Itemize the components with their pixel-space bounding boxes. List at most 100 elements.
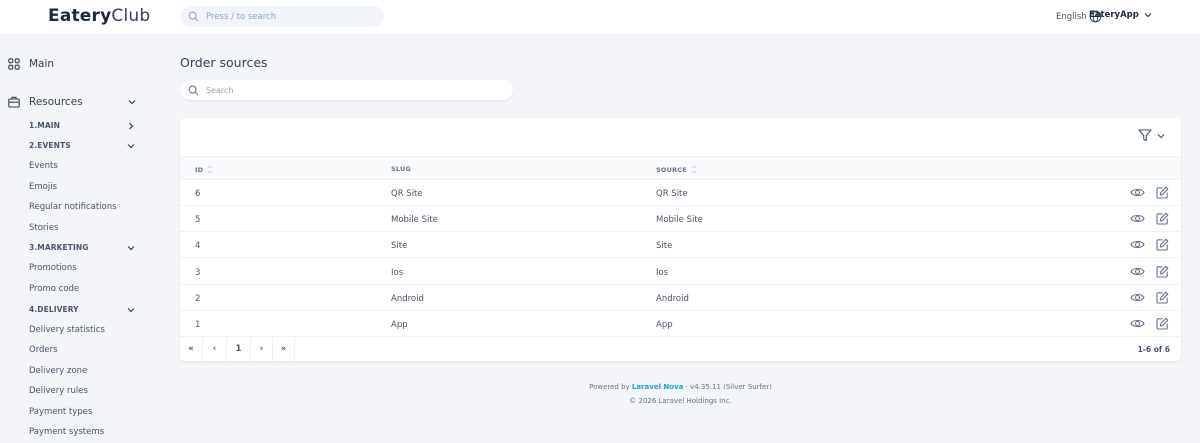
- view-button[interactable]: [1130, 265, 1145, 281]
- footer-powered-by: Powered by Laravel Nova · v4.35.11 (Silv…: [180, 383, 1181, 391]
- page-1-button[interactable]: 1: [227, 337, 251, 361]
- sidebar-item-payment-systems[interactable]: Payment systems: [29, 427, 104, 437]
- cell-id: 4: [195, 241, 201, 252]
- cell-slug: Mobile Site: [391, 215, 438, 226]
- sort-icon: [207, 165, 213, 174]
- sidebar-item-payment-types[interactable]: Payment types: [29, 407, 92, 417]
- edit-icon: [1156, 265, 1169, 278]
- sidebar-group-label: 2.EVENTS: [29, 141, 71, 150]
- edit-icon: [1156, 212, 1169, 225]
- chevron-down-icon: [127, 143, 135, 148]
- sidebar-group-delivery[interactable]: 4.DELIVERY: [29, 305, 135, 314]
- sidebar-item-events[interactable]: Events: [29, 161, 58, 171]
- table-row[interactable]: 4 Site Site: [180, 232, 1181, 259]
- cell-source: Site: [656, 241, 673, 252]
- chevron-down-icon: [128, 100, 136, 105]
- previous-page-button[interactable]: ‹: [203, 337, 227, 361]
- eye-icon: [1130, 241, 1145, 249]
- user-menu[interactable]: EateryApp: [1089, 10, 1152, 20]
- cell-slug: Site: [391, 241, 408, 252]
- sidebar-group-marketing[interactable]: 3.MARKETING: [29, 243, 135, 252]
- column-header-label: SLUG: [391, 165, 412, 173]
- language-label: English: [1056, 11, 1087, 22]
- filter-button[interactable]: [1138, 129, 1165, 142]
- edit-button[interactable]: [1156, 291, 1169, 307]
- cell-id: 3: [195, 267, 201, 278]
- sidebar-item-delivery-zone[interactable]: Delivery zone: [29, 366, 87, 376]
- cell-slug: QR Site: [391, 189, 423, 199]
- view-button[interactable]: [1130, 317, 1145, 333]
- cell-slug: Ios: [391, 267, 404, 278]
- search-icon: [188, 85, 199, 95]
- sidebar-item-delivery-rules[interactable]: Delivery rules: [29, 386, 88, 396]
- view-button[interactable]: [1130, 238, 1145, 254]
- sidebar-item-emojis[interactable]: Emojis: [29, 182, 57, 192]
- column-header-slug: SLUG: [391, 165, 411, 173]
- sidebar-group-main[interactable]: 1.MAIN: [29, 121, 135, 130]
- sidebar-item-delivery-statistics[interactable]: Delivery statistics: [29, 325, 105, 335]
- app-logo[interactable]: EateryClub: [48, 6, 150, 26]
- cell-slug: Android: [391, 293, 424, 304]
- sidebar-item-main[interactable]: Main: [8, 58, 54, 70]
- edit-button[interactable]: [1156, 212, 1169, 228]
- sidebar-group-events[interactable]: 2.EVENTS: [29, 141, 135, 150]
- global-search-placeholder: Press / to search: [206, 11, 277, 22]
- edit-icon: [1156, 317, 1169, 330]
- pagination-info: 1-6 of 6: [1137, 345, 1170, 354]
- laravel-nova-link[interactable]: Laravel Nova: [632, 383, 683, 391]
- chevron-down-icon: [127, 245, 135, 250]
- edit-icon: [1156, 291, 1169, 304]
- column-header-id[interactable]: ID: [195, 165, 213, 174]
- sidebar: Main Resources 1.MAIN 2.EVENTS Events Em…: [0, 34, 150, 443]
- column-header-source[interactable]: SOURCE: [656, 165, 697, 174]
- view-button[interactable]: [1130, 212, 1145, 228]
- edit-button[interactable]: [1156, 317, 1169, 333]
- resource-table-card: ID SLUG SOURCE 6 QR Site QR Site 5 Mobile Si…: [180, 118, 1181, 361]
- pagination: « ‹ 1 › » 1-6 of 6: [180, 337, 1181, 361]
- edit-button[interactable]: [1156, 265, 1169, 281]
- sidebar-item-resources[interactable]: Resources: [8, 96, 136, 108]
- sidebar-item-label: Resources: [29, 96, 83, 108]
- last-page-button[interactable]: »: [273, 337, 295, 361]
- edit-icon: [1156, 186, 1169, 199]
- eye-icon: [1130, 188, 1145, 197]
- cell-source: QR Site: [656, 189, 688, 199]
- table-row[interactable]: 6 QR Site QR Site: [180, 180, 1181, 206]
- cell-source: Ios: [656, 267, 669, 278]
- table-row[interactable]: 1 App App: [180, 311, 1181, 337]
- sidebar-item-stories[interactable]: Stories: [29, 223, 58, 233]
- global-search-input[interactable]: Press / to search: [180, 6, 384, 27]
- table-row[interactable]: 5 Mobile Site Mobile Site: [180, 206, 1181, 233]
- resource-search-input[interactable]: Search: [180, 80, 513, 100]
- edit-button[interactable]: [1156, 186, 1169, 202]
- first-page-button[interactable]: «: [180, 337, 203, 361]
- chevron-down-icon: [1144, 13, 1152, 18]
- column-header-label: ID: [195, 165, 204, 174]
- edit-button[interactable]: [1156, 238, 1169, 254]
- table-header: ID SLUG SOURCE: [180, 156, 1181, 180]
- table-row[interactable]: 2 Android Android: [180, 285, 1181, 311]
- next-page-button[interactable]: ›: [251, 337, 273, 361]
- sort-icon: [691, 165, 697, 174]
- sidebar-item-label: Main: [29, 58, 55, 70]
- view-button[interactable]: [1130, 186, 1145, 202]
- grid-icon: [8, 58, 20, 70]
- briefcase-icon: [8, 96, 20, 108]
- chevron-down-icon: [1157, 133, 1165, 138]
- search-icon: [188, 11, 199, 22]
- sidebar-item-promo-code[interactable]: Promo code: [29, 284, 79, 294]
- cell-id: 2: [195, 293, 201, 304]
- sidebar-item-orders[interactable]: Orders: [29, 345, 58, 355]
- sidebar-group-label: 3.MARKETING: [29, 243, 89, 252]
- sidebar-group-label: 4.DELIVERY: [29, 305, 79, 314]
- column-header-label: SOURCE: [656, 165, 687, 174]
- table-row[interactable]: 3 Ios Ios: [180, 259, 1181, 285]
- cell-source: Mobile Site: [656, 215, 703, 226]
- footer-text: Powered by: [589, 383, 632, 391]
- page-title: Order sources: [180, 55, 268, 70]
- chevron-right-icon: [129, 122, 134, 129]
- sidebar-item-promotions[interactable]: Promotions: [29, 263, 77, 273]
- sidebar-item-regular-notifications[interactable]: Regular notifications: [29, 202, 117, 212]
- view-button[interactable]: [1130, 291, 1145, 307]
- cell-source: App: [656, 320, 673, 330]
